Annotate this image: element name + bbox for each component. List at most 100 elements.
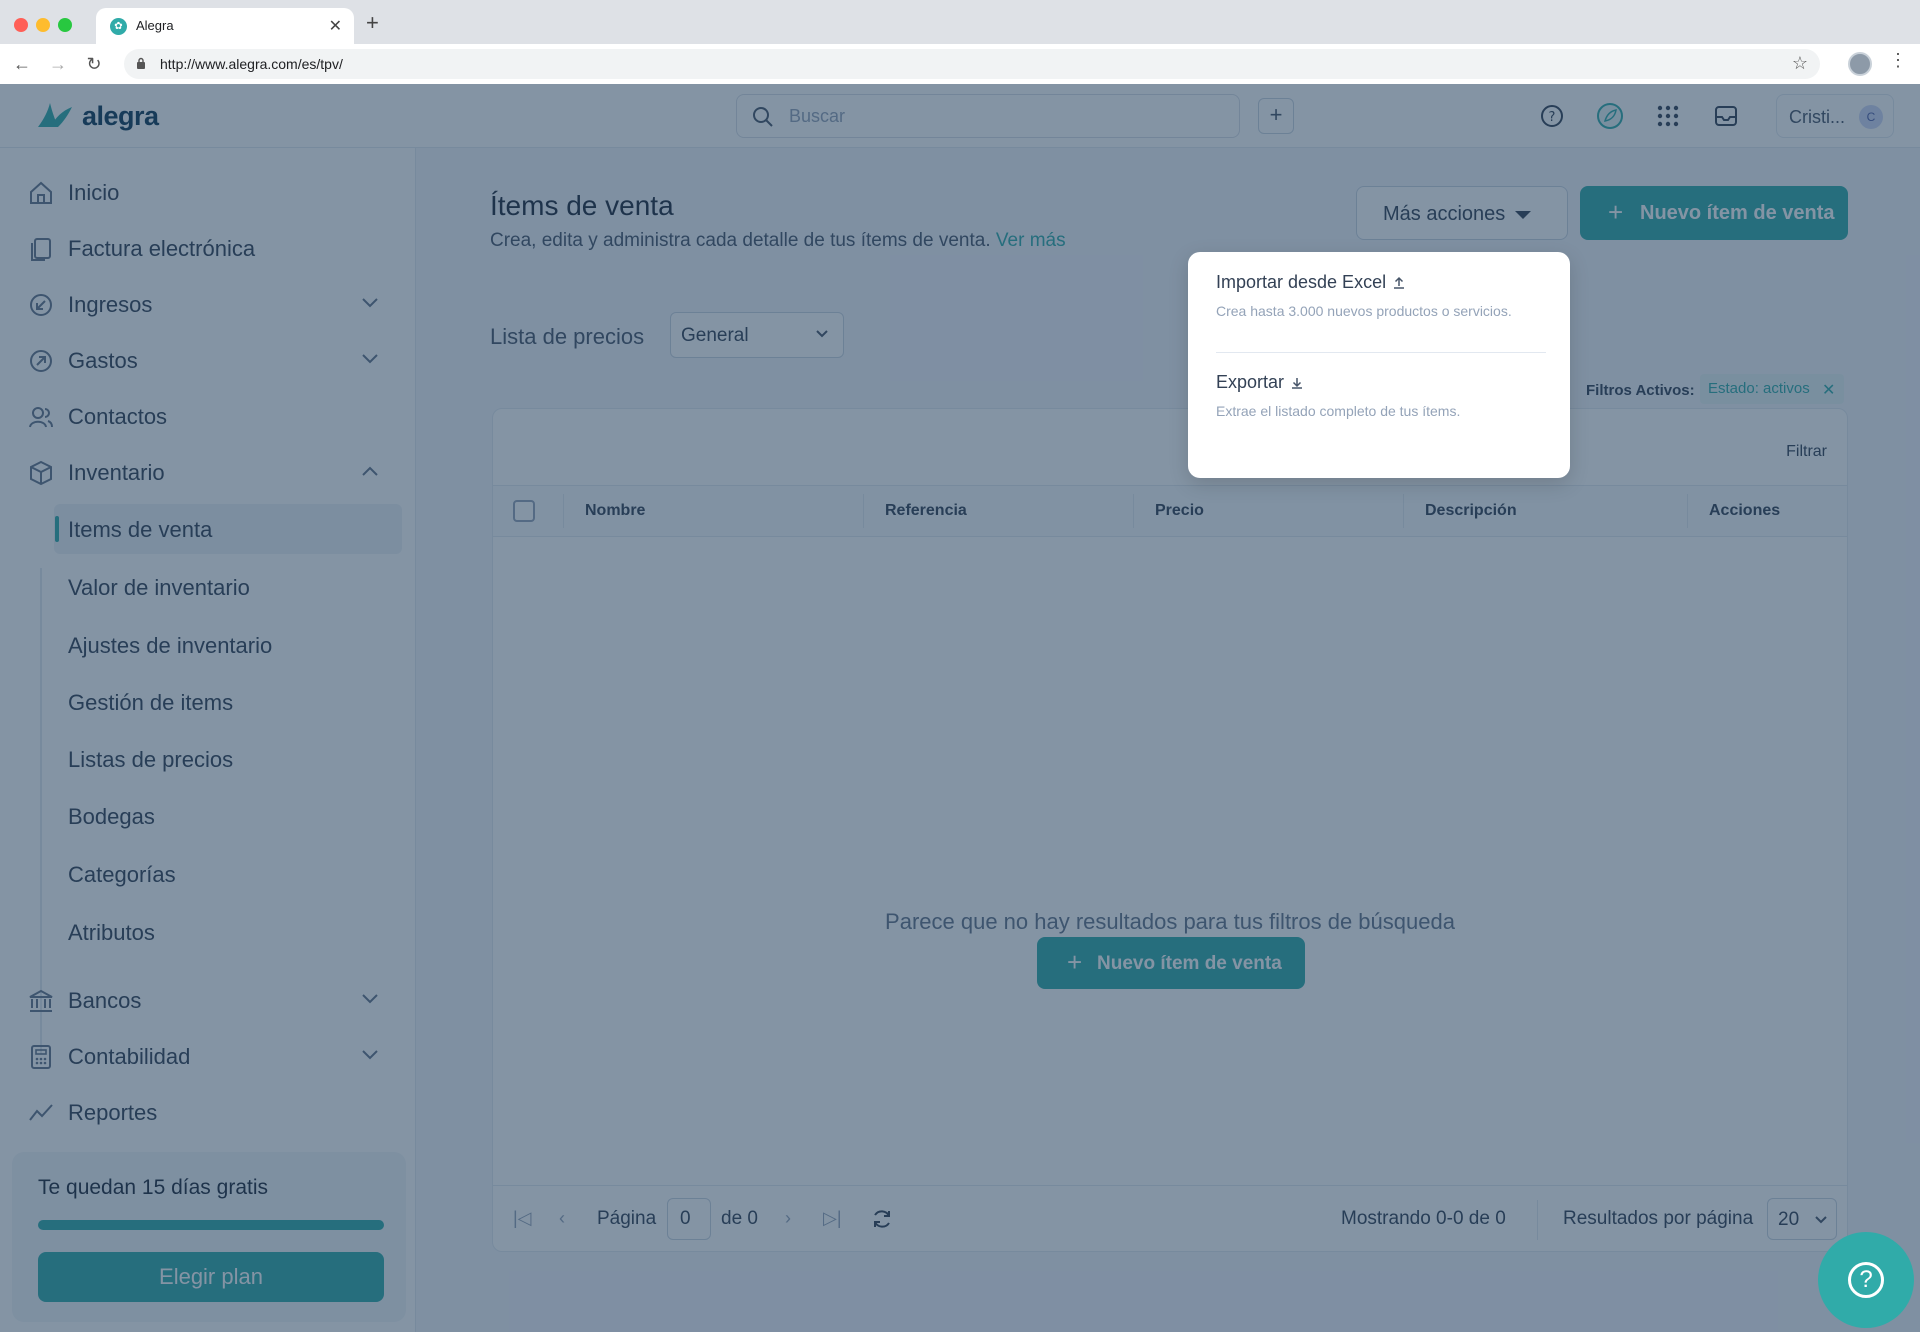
- sidebar-subitem-bodegas[interactable]: Bodegas: [54, 791, 402, 841]
- sidebar-item-label: Factura electrónica: [68, 236, 256, 261]
- sidebar-item-contabilidad[interactable]: Contabilidad: [0, 1032, 416, 1080]
- dropdown-item-import-excel[interactable]: Importar desde Excel Crea hasta 3.000 nu…: [1216, 272, 1546, 319]
- page-title: Ítems de venta: [490, 190, 674, 221]
- export-title: Exportar: [1216, 372, 1285, 392]
- per-page-label: Resultados por página: [1563, 1208, 1754, 1229]
- sidebar-subitem-categorias[interactable]: Categorías: [54, 849, 402, 899]
- column-header-referencia[interactable]: Referencia: [885, 502, 967, 520]
- pricelist-select[interactable]: General: [670, 312, 844, 358]
- alegra-logo[interactable]: alegra: [36, 98, 159, 134]
- trial-progress-fill: [38, 1220, 384, 1230]
- box-icon: [30, 460, 52, 486]
- forward-icon[interactable]: →: [44, 50, 72, 78]
- filter-chip-label: Estado: activos: [1708, 380, 1810, 397]
- tab-close-icon[interactable]: ✕: [329, 16, 342, 36]
- first-page-icon[interactable]: |◁: [513, 1208, 532, 1229]
- sidebar-item-gastos[interactable]: Gastos: [0, 336, 416, 384]
- tab-strip: ✿ Alegra ✕ +: [0, 0, 1920, 44]
- select-all-checkbox[interactable]: [513, 500, 535, 522]
- new-tab-button[interactable]: +: [366, 12, 379, 34]
- apps-grid-icon[interactable]: [1654, 102, 1682, 130]
- window-close-button[interactable]: [14, 18, 28, 32]
- per-page-value: 20: [1778, 1209, 1800, 1230]
- filter-chip: Estado: activos ✕: [1700, 374, 1844, 404]
- filter-button[interactable]: Filtrar: [1786, 443, 1827, 461]
- upload-icon: [1394, 277, 1405, 289]
- per-page-select[interactable]: 20: [1767, 1198, 1837, 1240]
- refresh-icon[interactable]: [871, 1208, 893, 1230]
- window-maximize-button[interactable]: [58, 18, 72, 32]
- sidebar-subitem-ajustes-inventario[interactable]: Ajustes de inventario: [54, 620, 402, 670]
- close-icon[interactable]: ✕: [1822, 380, 1835, 400]
- dropdown-item-export[interactable]: Exportar Extrae el listado completo de t…: [1216, 372, 1546, 419]
- column-header-descripcion[interactable]: Descripción: [1425, 502, 1517, 520]
- column-header-acciones: Acciones: [1709, 502, 1781, 519]
- page-label: Página: [597, 1208, 657, 1229]
- sidebar-item-inicio[interactable]: Inicio: [0, 168, 416, 216]
- search-box[interactable]: [736, 94, 1240, 138]
- user-menu-button[interactable]: Cristi... C: [1776, 94, 1894, 138]
- sidebar-subitem-label: Categorías: [68, 862, 176, 887]
- reload-icon[interactable]: ↻: [80, 50, 108, 78]
- dropdown-item-description: Crea hasta 3.000 nuevos productos o serv…: [1216, 303, 1512, 319]
- sidebar-item-factura[interactable]: Factura electrónica: [0, 224, 416, 272]
- page-number-input[interactable]: 0: [667, 1198, 711, 1240]
- column-header-precio[interactable]: Precio: [1155, 502, 1204, 520]
- bookmark-star-icon[interactable]: ☆: [1792, 53, 1808, 74]
- sidebar-subitem-valor-inventario[interactable]: Valor de inventario: [54, 562, 402, 612]
- logo-text: alegra: [82, 100, 159, 131]
- sidebar-subitem-atributos[interactable]: Atributos: [54, 907, 402, 957]
- sidebar: Inicio Factura electrónica Ingresos Gast…: [0, 148, 416, 1332]
- question-mark-icon: ?: [1848, 1262, 1884, 1298]
- sidebar-subitem-listas-precios[interactable]: Listas de precios: [54, 734, 402, 784]
- chevron-down-icon: [1815, 1216, 1827, 1224]
- back-icon[interactable]: ←: [8, 50, 36, 78]
- browser-menu-icon[interactable]: ⋮: [1888, 50, 1908, 71]
- lock-icon: [137, 57, 145, 69]
- sidebar-subitem-gestion-items[interactable]: Gestión de items: [54, 677, 402, 727]
- column-separator: [863, 494, 864, 528]
- plus-icon: +: [1608, 197, 1624, 227]
- invoice-icon: [31, 238, 51, 261]
- next-page-icon[interactable]: ›: [785, 1208, 791, 1229]
- sidebar-item-label: Inventario: [68, 460, 165, 485]
- more-actions-button[interactable]: Más acciones: [1356, 186, 1568, 240]
- sidebar-item-bancos[interactable]: Bancos: [0, 976, 416, 1024]
- chevron-down-icon: [362, 298, 378, 308]
- column-separator: [1687, 494, 1688, 528]
- window-minimize-button[interactable]: [36, 18, 50, 32]
- sidebar-item-label: Ingresos: [68, 292, 153, 317]
- sidebar-subitem-items-de-venta[interactable]: Items de venta: [54, 504, 402, 554]
- sidebar-item-contactos[interactable]: Contactos: [0, 392, 416, 440]
- chevron-down-icon: [362, 1050, 378, 1060]
- ai-assistant-icon[interactable]: [1596, 102, 1624, 130]
- sidebar-item-reportes[interactable]: Reportes: [0, 1088, 416, 1136]
- prev-page-icon[interactable]: ‹: [559, 1208, 565, 1229]
- trial-progress-bar: [38, 1220, 384, 1230]
- sidebar-item-inventario[interactable]: Inventario: [0, 448, 416, 496]
- browser-profile-avatar[interactable]: [1848, 52, 1872, 76]
- help-chat-button[interactable]: ?: [1818, 1232, 1914, 1328]
- sidebar-item-label: Contabilidad: [68, 1044, 191, 1069]
- dropdown-item-title: Exportar: [1216, 372, 1546, 393]
- sidebar-item-ingresos[interactable]: Ingresos: [0, 280, 416, 328]
- sidebar-item-label: Contactos: [68, 404, 168, 429]
- new-item-button[interactable]: + Nuevo ítem de venta: [1580, 186, 1848, 240]
- column-header-nombre[interactable]: Nombre: [585, 502, 645, 520]
- home-icon: [30, 181, 52, 204]
- chevron-down-icon: [362, 994, 378, 1004]
- browser-tab[interactable]: ✿ Alegra ✕: [96, 8, 354, 44]
- trial-card: Te quedan 15 días gratis Elegir plan: [12, 1152, 406, 1322]
- address-bar[interactable]: http://www.alegra.com/es/tpv/ ☆: [124, 49, 1820, 79]
- see-more-link[interactable]: Ver más: [996, 230, 1066, 251]
- quick-add-button[interactable]: +: [1258, 98, 1294, 134]
- sidebar-subitem-label: Valor de inventario: [68, 575, 250, 600]
- help-icon[interactable]: ?: [1538, 102, 1566, 130]
- inbox-icon[interactable]: [1712, 102, 1740, 130]
- last-page-icon[interactable]: ▷|: [823, 1208, 842, 1229]
- search-input[interactable]: [789, 95, 1229, 137]
- empty-state-new-item-button[interactable]: + Nuevo ítem de venta: [1037, 937, 1305, 989]
- choose-plan-button[interactable]: Elegir plan: [38, 1252, 384, 1302]
- page-subtitle-text: Crea, edita y administra cada detalle de…: [490, 230, 991, 251]
- download-icon: [1292, 378, 1303, 389]
